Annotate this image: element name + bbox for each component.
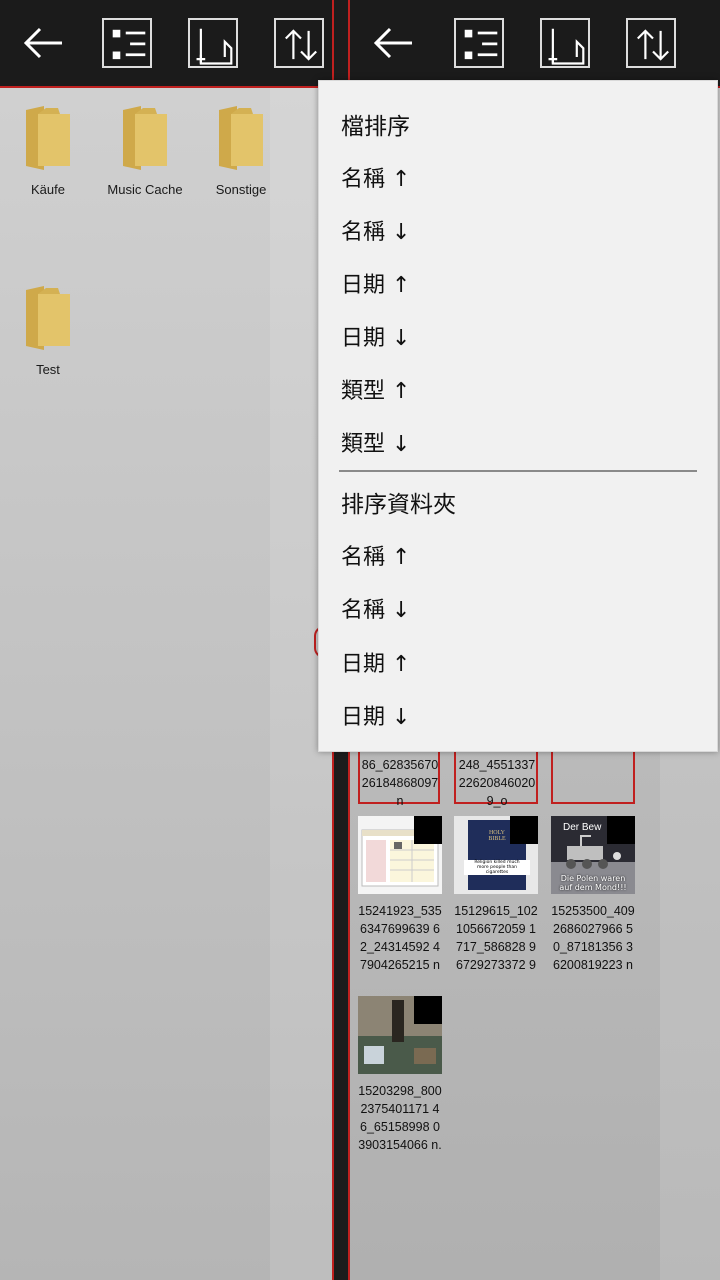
menu-item-file-date-asc[interactable]: 日期 ↑: [341, 267, 410, 299]
badge: [510, 816, 538, 844]
meme-caption: Die Polen waren: [560, 874, 626, 883]
folder-icon: [26, 106, 70, 170]
list-view-icon: [464, 29, 498, 60]
left-pane: Käufe Music Cache Sonstige Test: [0, 0, 332, 1280]
sort-button[interactable]: [626, 18, 676, 68]
file-tile[interactable]: 15241923_5356347699639 62_24314592 47904…: [358, 816, 442, 974]
new-file-button[interactable]: [540, 18, 590, 68]
folder-icon: [26, 286, 70, 350]
back-button[interactable]: [18, 18, 68, 68]
meme-caption: auf dem Mond!!!: [559, 883, 627, 892]
new-file-icon: [548, 28, 585, 65]
menu-item-file-type-asc[interactable]: 類型 ↑: [341, 373, 410, 405]
menu-separator: [339, 470, 697, 472]
back-arrow-icon: [23, 27, 62, 59]
file-tile[interactable]: HOLY BIBLE Religion killed much more peo…: [454, 816, 538, 974]
badge: [414, 816, 442, 844]
file-thumbnail: HOLY BIBLE Religion killed much more peo…: [454, 816, 538, 894]
badge: [414, 996, 442, 1024]
menu-item-file-name-desc[interactable]: 名稱 ↓: [341, 214, 410, 246]
file-name: 15129615_1021056672059 1717_586828 96729…: [454, 904, 538, 972]
menu-item-folder-name-asc[interactable]: 名稱 ↑: [341, 539, 410, 571]
caption-line: cigarettes: [485, 870, 509, 875]
folder-icon: [219, 106, 263, 170]
file-name: 15241923_5356347699639 62_24314592 47904…: [358, 904, 442, 972]
file-sort-header: 檔排序: [341, 114, 410, 140]
file-name: 15253500_4092686027966 50_87181356 36200…: [551, 904, 635, 972]
file-name: 15203298_8002375401171 46_65158998 03903…: [358, 1084, 442, 1152]
menu-item-folder-date-desc[interactable]: 日期 ↓: [341, 699, 410, 731]
sort-button[interactable]: [274, 18, 324, 68]
folder-item[interactable]: Sonstige: [193, 104, 289, 197]
menu-item-file-date-desc[interactable]: 日期 ↓: [341, 320, 410, 352]
folder-item[interactable]: Käufe: [0, 104, 96, 197]
list-view-icon: [112, 29, 146, 60]
folder-item[interactable]: Music Cache: [97, 104, 193, 197]
file-tile[interactable]: Der Bew Die Polen waren auf dem Mond!!! …: [551, 816, 635, 974]
new-file-button[interactable]: [188, 18, 238, 68]
menu-item-folder-name-desc[interactable]: 名稱 ↓: [341, 592, 410, 624]
file-thumbnail: Der Bew Die Polen waren auf dem Mond!!!: [551, 816, 635, 894]
folder-name: Käufe: [31, 182, 65, 197]
list-view-button[interactable]: [102, 18, 152, 68]
sort-icon: [637, 29, 669, 61]
file-thumbnail: [358, 996, 442, 1074]
right-toolbar: [350, 0, 720, 88]
folder-icon: [123, 106, 167, 170]
back-arrow-icon: [373, 27, 412, 59]
list-view-button[interactable]: [454, 18, 504, 68]
file-thumbnail: [358, 816, 442, 894]
menu-item-file-type-desc[interactable]: 類型 ↓: [341, 426, 410, 458]
folder-name: Music Cache: [107, 182, 183, 197]
sort-icon: [285, 29, 317, 61]
new-file-icon: [196, 28, 233, 65]
menu-item-file-name-asc[interactable]: 名稱 ↑: [341, 161, 410, 193]
folder-name: Test: [36, 362, 60, 377]
folder-sort-header: 排序資料夾: [341, 492, 456, 518]
menu-item-folder-date-asc[interactable]: 日期 ↑: [341, 646, 410, 678]
badge: [607, 816, 635, 844]
sort-menu: 檔排序 名稱 ↑ 名稱 ↓ 日期 ↑ 日期 ↓ 類型 ↑ 類型 ↓ 排序資料夾 …: [318, 80, 718, 752]
back-button[interactable]: [368, 18, 418, 68]
folder-name: Sonstige: [215, 182, 267, 197]
file-tile[interactable]: 15203298_8002375401171 46_65158998 03903…: [358, 996, 442, 1154]
left-toolbar: [0, 0, 332, 88]
folder-item[interactable]: Test: [0, 284, 96, 377]
